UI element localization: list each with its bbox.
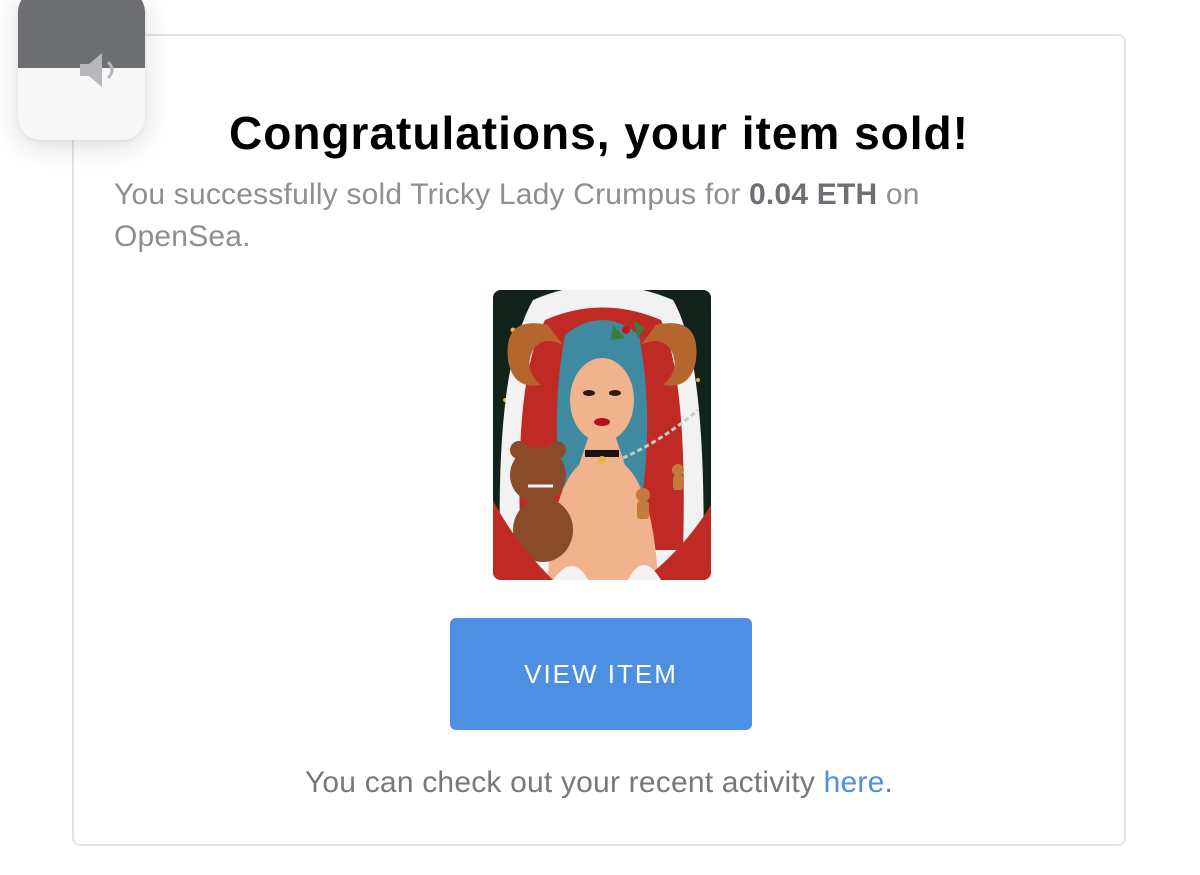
recent-activity-link[interactable]: here <box>824 766 885 799</box>
recent-activity-suffix: . <box>884 766 894 799</box>
nft-artwork-illustration <box>493 290 711 580</box>
volume-hud <box>18 0 145 140</box>
email-card: Congratulations, your item sold! You suc… <box>72 34 1126 846</box>
speaker-icon <box>80 53 114 87</box>
sale-message: You successfully sold Tricky Lady Crumpu… <box>114 174 1054 258</box>
recent-activity-text: You can check out your recent activity h… <box>74 766 1124 800</box>
headline: Congratulations, your item sold! <box>229 107 969 159</box>
view-item-button[interactable]: VIEW ITEM <box>450 618 752 730</box>
nft-artwork-image[interactable] <box>493 290 711 580</box>
sale-price: 0.04 ETH <box>749 178 878 211</box>
sale-message-prefix: You successfully sold Tricky Lady Crumpu… <box>114 178 750 211</box>
recent-activity-prefix: You can check out your recent activity <box>304 766 824 799</box>
